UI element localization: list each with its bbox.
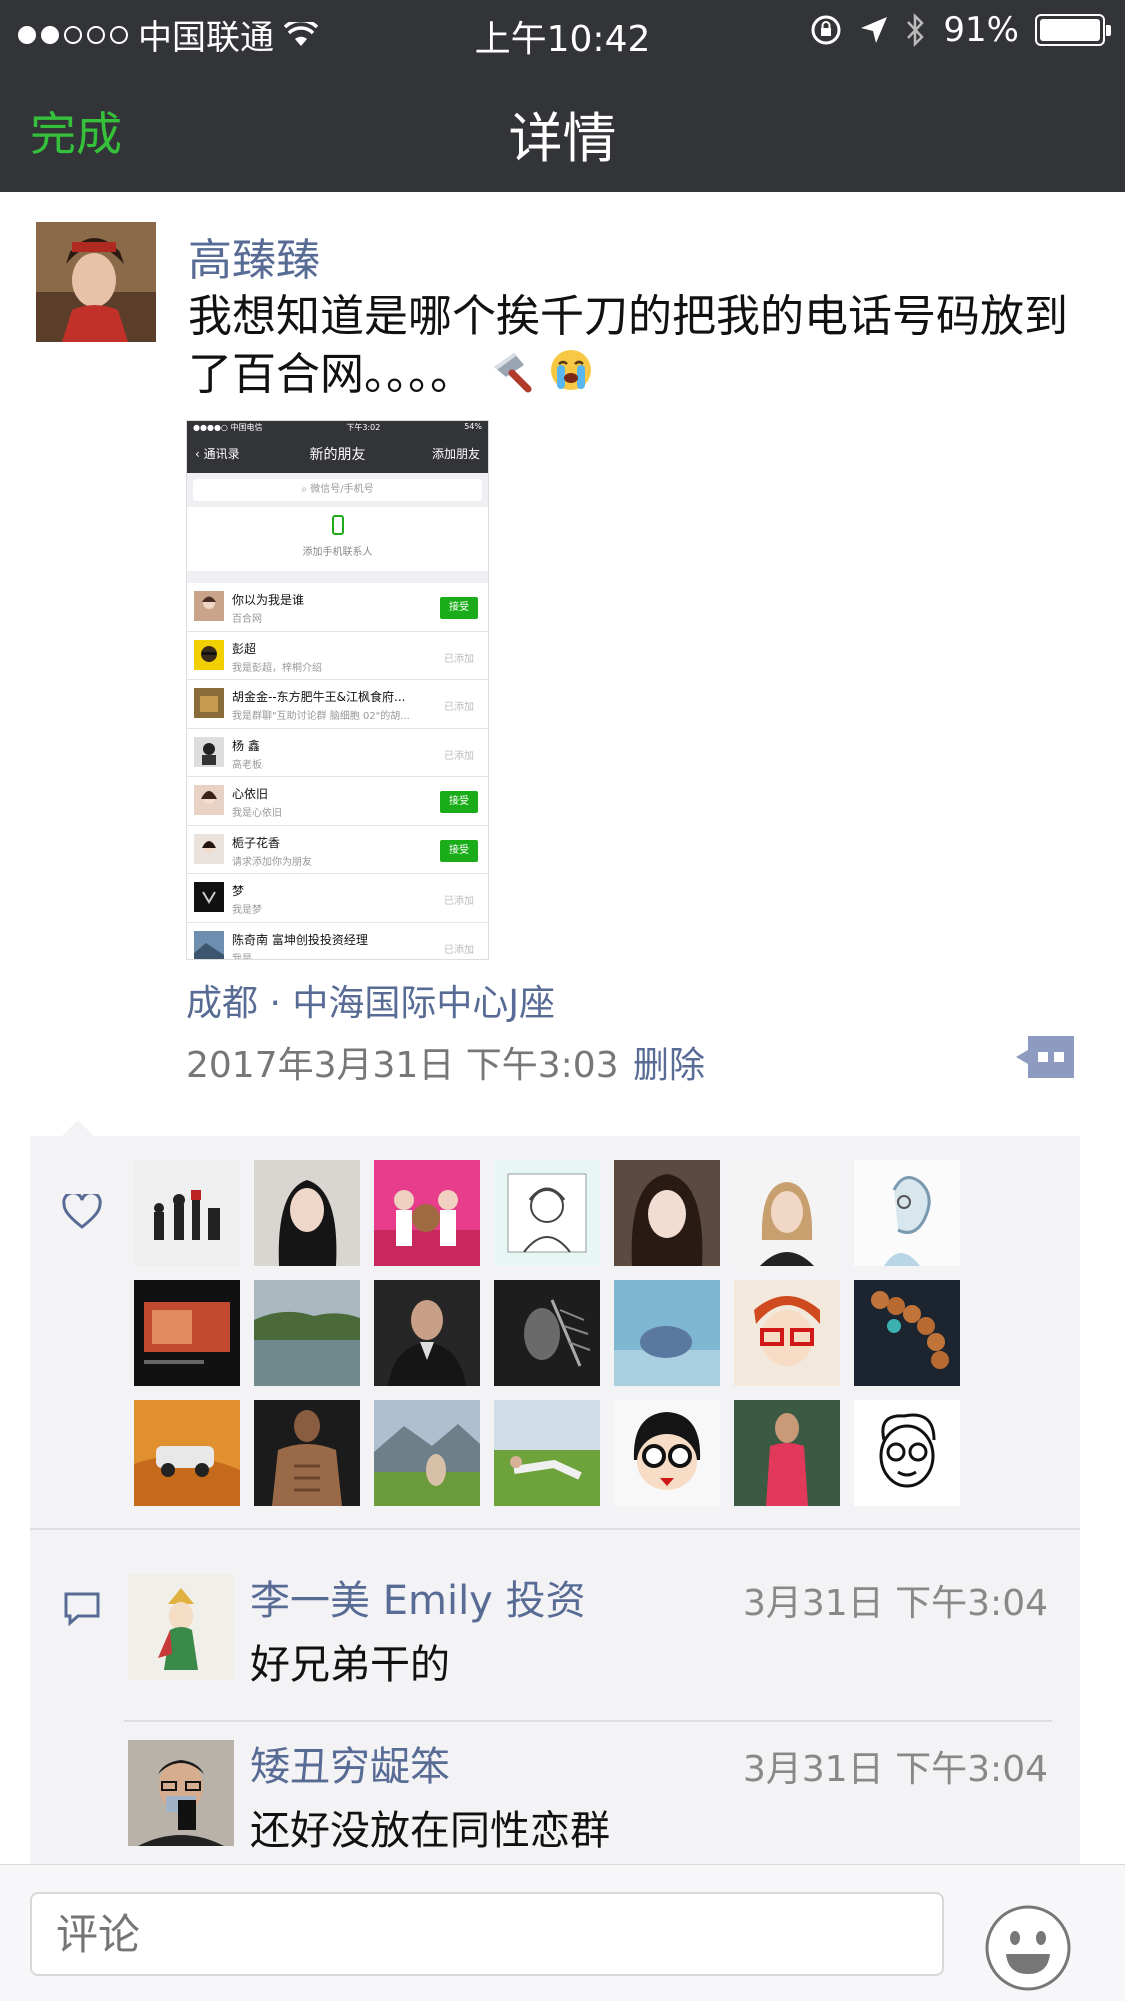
- page-title: 详情: [508, 107, 617, 170]
- avatar: [194, 639, 224, 670]
- post-timestamp: 2017年3月31日 下午3:03: [186, 1045, 619, 1086]
- list-item: 彭超 我是彭超，梓桐介绍 已添加: [187, 632, 488, 680]
- post-location[interactable]: 成都 · 中海国际中心J座: [186, 974, 555, 1026]
- post-text-body: 我想知道是哪个挨千刀的把我的电话号码放到了百合网。。。。: [188, 291, 1068, 400]
- comment-time: 3月31日 下午3:04: [743, 1749, 1048, 1790]
- battery-percent: 91%: [943, 10, 1019, 50]
- avatar[interactable]: [254, 1400, 360, 1506]
- battery-icon: [1035, 14, 1111, 46]
- avatar[interactable]: [128, 1574, 234, 1680]
- list-item: 杨 鑫 高老板 已添加: [187, 729, 488, 777]
- avatar: [194, 736, 224, 767]
- avatar: [194, 882, 224, 912]
- post-image[interactable]: ●●●●○ 中国电信 下午3:02 54% ‹ 通讯录 新的朋友 添加朋友 ⌕ …: [186, 420, 489, 960]
- avatar[interactable]: [854, 1280, 960, 1386]
- avatar[interactable]: [614, 1160, 720, 1266]
- avatar[interactable]: [134, 1400, 240, 1506]
- avatar[interactable]: [614, 1400, 720, 1506]
- avatar: [194, 591, 224, 621]
- avatar[interactable]: [854, 1160, 960, 1266]
- status-right: 91%: [809, 10, 1111, 50]
- emoji-button-icon[interactable]: [984, 1904, 1072, 1992]
- nav-bar: 完成 详情: [0, 62, 1125, 192]
- avatar[interactable]: [494, 1400, 600, 1506]
- image-search-bar: ⌕ 微信号/手机号: [193, 479, 482, 501]
- avatar[interactable]: [374, 1280, 480, 1386]
- image-request-list: 你以为我是谁 百合网 接受 彭超 我是彭超，梓桐介绍 已添加 胡金金--东方肥牛…: [187, 583, 488, 959]
- status-bar: 中国联通 上午10:42 91%: [0, 0, 1125, 62]
- avatar[interactable]: [734, 1280, 840, 1386]
- comment-text: 好兄弟干的: [250, 1642, 450, 1688]
- list-item: 梦 我是梦 已添加: [187, 874, 488, 923]
- image-add-label: 添加朋友: [431, 447, 480, 461]
- comment-bubble-icon: [64, 1592, 100, 1626]
- image-time: 下午3:02: [346, 423, 381, 432]
- image-status-bar: ●●●●○ 中国电信 下午3:02 54%: [187, 421, 488, 435]
- avatar[interactable]: [254, 1280, 360, 1386]
- avatar[interactable]: [734, 1160, 840, 1266]
- delete-button[interactable]: 删除: [633, 1036, 705, 1088]
- avatar[interactable]: [134, 1160, 240, 1266]
- avatar: [194, 688, 224, 718]
- comment-time: 3月31日 下午3:04: [743, 1583, 1048, 1624]
- avatar[interactable]: [134, 1280, 240, 1386]
- avatar[interactable]: [254, 1160, 360, 1266]
- location-arrow-icon: [861, 17, 888, 43]
- panel-divider: [30, 1528, 1080, 1530]
- list-item: 你以为我是谁 百合网 接受: [187, 583, 488, 632]
- list-item: 胡金金--东方肥牛王&江枫食府... 我是群聊"互助讨论群 脑细胞 02"的胡.…: [187, 680, 488, 729]
- comment-actions-icon[interactable]: [1016, 1036, 1074, 1078]
- avatar[interactable]: [494, 1280, 600, 1386]
- comment-author[interactable]: 李一美 Emily 投资: [250, 1568, 586, 1626]
- cleaver-emoji-icon: [488, 347, 534, 408]
- avatar[interactable]: [614, 1280, 720, 1386]
- list-item: 心依旧 我是心依旧 接受: [187, 777, 488, 826]
- image-add-contacts: 添加手机联系人: [187, 507, 488, 571]
- avatar: [194, 785, 224, 815]
- image-nav-bar: ‹ 通讯录 新的朋友 添加朋友: [187, 435, 488, 473]
- avatar: [194, 833, 224, 864]
- post-text: 我想知道是哪个挨千刀的把我的电话号码放到了百合网。。。。: [188, 288, 1068, 408]
- avatar[interactable]: [854, 1400, 960, 1506]
- avatar[interactable]: [494, 1160, 600, 1266]
- list-item: 栀子花香 请求添加你为朋友 接受: [187, 826, 488, 874]
- avatar[interactable]: [374, 1400, 480, 1506]
- bluetooth-icon: [907, 13, 925, 47]
- list-item: 陈奇南 富坤创投投资经理 我是... 已添加: [187, 923, 488, 959]
- crying-face-emoji-icon: [548, 347, 594, 408]
- avatar[interactable]: [734, 1400, 840, 1506]
- avatar[interactable]: [128, 1740, 234, 1846]
- author-avatar[interactable]: [36, 222, 156, 342]
- likes-grid: [134, 1160, 960, 1506]
- image-carrier: ●●●●○ 中国电信: [193, 423, 263, 432]
- comment-author[interactable]: 矮丑穷龊笨: [250, 1734, 450, 1792]
- rotation-lock-icon: [811, 15, 841, 45]
- comment-input[interactable]: [30, 1892, 944, 1976]
- comment-divider: [124, 1720, 1052, 1722]
- image-battery: 54%: [464, 422, 482, 431]
- avatar[interactable]: [374, 1160, 480, 1266]
- avatar: [194, 930, 224, 959]
- heart-icon: [62, 1194, 102, 1229]
- author-name[interactable]: 高臻臻: [188, 224, 320, 288]
- phone-icon: [331, 515, 344, 535]
- comment-text: 还好没放在同性恋群: [250, 1808, 610, 1854]
